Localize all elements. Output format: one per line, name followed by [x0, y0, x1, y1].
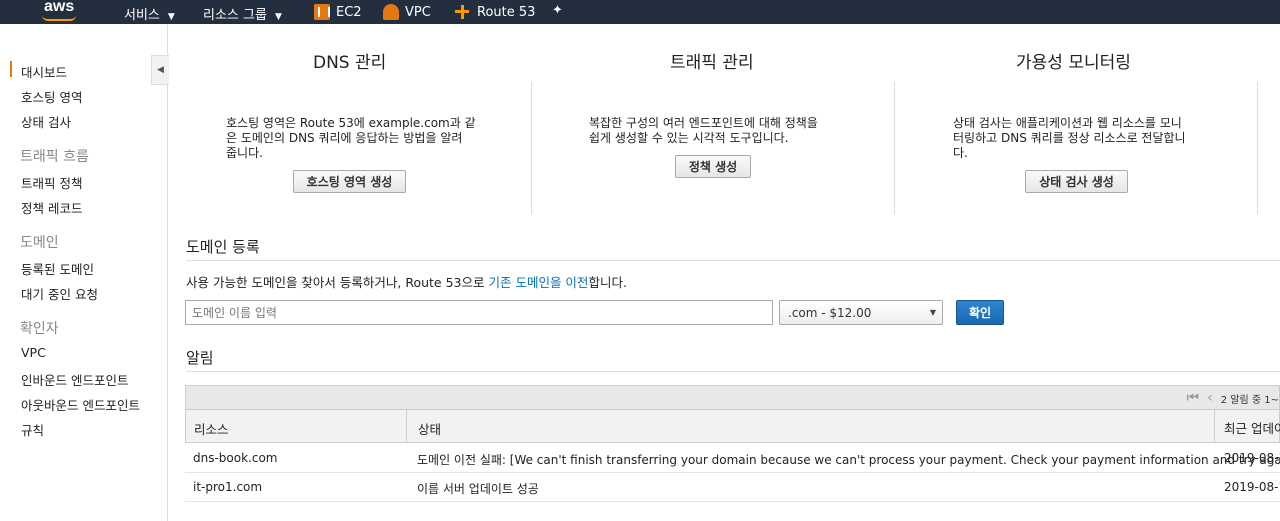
feature-divider [1257, 82, 1258, 214]
feature-title-traffic: 트래픽 관리 [670, 53, 754, 73]
services-menu-label: 서비스 [124, 8, 160, 23]
desc-line: 다. [953, 146, 968, 160]
reg-text-after: 합니다. [588, 275, 627, 290]
feature-desc-dns: 호스팅 영역은 Route 53에 example.com과 같 은 도메인의 … [226, 116, 476, 161]
feature-desc-availability: 상태 검사는 애플리케이션과 웹 리소스를 모니 터링하고 DNS 쿼리를 정상… [953, 116, 1186, 161]
sidebar-item-vpc[interactable]: VPC [21, 345, 46, 360]
desc-line: 상태 검사는 애플리케이션과 웹 리소스를 모니 [953, 116, 1182, 130]
confirm-button[interactable]: 확인 [956, 300, 1004, 325]
chevron-left-icon: ◀ [157, 65, 164, 75]
active-indicator [10, 61, 12, 77]
section-divider [186, 371, 1280, 372]
row-status: 도메인 이전 실패: [We can't finish transferring… [417, 453, 1280, 467]
column-header-last-updated[interactable]: 최근 업데이 [1224, 418, 1280, 437]
transfer-domain-link[interactable]: 기존 도메인을 이전 [488, 275, 588, 290]
desc-line: 터링하고 DNS 쿼리를 정상 리소스로 전달합니 [953, 131, 1186, 145]
create-health-check-button[interactable]: 상태 검사 생성 [1025, 170, 1128, 193]
first-page-icon[interactable]: ⏮ [1187, 390, 1200, 406]
feature-title-dns: DNS 관리 [313, 53, 387, 73]
row-resource: dns-book.com [193, 451, 278, 465]
chevron-down-icon: ▼ [929, 308, 936, 317]
shortcut-route53-label: Route 53 [477, 4, 536, 20]
column-separator [406, 409, 407, 443]
create-policy-button[interactable]: 정책 생성 [675, 155, 751, 178]
sidebar-item-dashboard[interactable]: 대시보드 [21, 62, 67, 81]
create-hosted-zone-button[interactable]: 호스팅 영역 생성 [293, 170, 406, 193]
ec2-icon [314, 4, 330, 20]
reg-text-before: 사용 가능한 도메인을 찾아서 등록하거나, Route 53으로 [186, 275, 489, 290]
sidebar-item-registered-domains[interactable]: 등록된 도메인 [21, 259, 94, 278]
sidebar: 대시보드 호스팅 영역 상태 검사 트래픽 흐름 트래픽 정책 정책 레코드 도… [0, 24, 168, 521]
domain-registration-text: 사용 가능한 도메인을 찾아서 등록하거나, Route 53으로 기존 도메인… [186, 272, 627, 291]
domain-name-input[interactable] [185, 300, 773, 325]
tld-selected-value: .com - $12.00 [788, 306, 872, 320]
domain-registration-title: 도메인 등록 [186, 238, 260, 256]
desc-line: 줍니다. [226, 146, 263, 160]
resource-groups-menu-label: 리소스 그룹 [203, 8, 267, 23]
sidebar-item-pending-requests[interactable]: 대기 중인 요청 [21, 284, 98, 303]
chevron-down-icon: ▼ [167, 12, 175, 22]
shortcut-route53[interactable]: Route 53 [453, 2, 535, 22]
tld-select[interactable]: .com - $12.00 ▼ [779, 300, 943, 325]
top-navigation-bar: aws 서비스 ▼ 리소스 그룹 ▼ EC2 VPC Route 53 ✦ [0, 0, 1280, 24]
row-status: 이름 서버 업데이트 성공 [417, 482, 539, 496]
pagination-text: 2 알림 중 1~ [1220, 394, 1279, 406]
row-updated: 2019-08-13 [1224, 480, 1280, 494]
desc-line: 쉽게 생성할 수 있는 시각적 도구입니다. [589, 131, 789, 145]
sidebar-item-hosted-zones[interactable]: 호스팅 영역 [21, 87, 82, 106]
shortcut-vpc-label: VPC [405, 4, 431, 20]
sidebar-collapse-button[interactable]: ◀ [151, 55, 169, 85]
sidebar-item-rules[interactable]: 규칙 [21, 420, 44, 439]
section-divider [186, 260, 1280, 261]
feature-desc-traffic: 복잡한 구성의 여러 엔드포인트에 대해 정책을 쉽게 생성할 수 있는 시각적… [589, 116, 818, 146]
desc-line: 은 도메인의 DNS 쿼리에 응답하는 방법을 알려 [226, 131, 463, 145]
sidebar-item-policy-records[interactable]: 정책 레코드 [21, 198, 82, 217]
feature-divider [894, 82, 895, 214]
vpc-icon [383, 4, 399, 20]
shortcut-ec2[interactable]: EC2 [314, 2, 362, 22]
desc-line: 복잡한 구성의 여러 엔드포인트에 대해 정책을 [589, 116, 818, 130]
table-row[interactable]: it-pro1.com 이름 서버 업데이트 성공 [185, 473, 1280, 502]
shortcut-ec2-label: EC2 [336, 4, 362, 20]
sidebar-group-resolver: 확인자 [20, 321, 59, 337]
aws-logo-smile-icon [42, 15, 76, 21]
sidebar-item-outbound-endpoints[interactable]: 아웃바운드 엔드포인트 [21, 395, 140, 414]
column-header-resource[interactable]: 리소스 [194, 419, 229, 438]
row-resource: it-pro1.com [193, 480, 263, 494]
last-updated-column: 최근 업데이 2019-08-18 2019-08-13 [1220, 409, 1280, 521]
alerts-table-header: 리소스 상태 [185, 409, 1280, 443]
sidebar-group-traffic-flow: 트래픽 흐름 [20, 149, 89, 165]
desc-line: 호스팅 영역은 Route 53에 example.com과 같 [226, 116, 476, 130]
alerts-table-toolbar: ⏮ ‹ 2 알림 중 1~ [185, 385, 1280, 409]
sidebar-item-health-checks[interactable]: 상태 검사 [21, 112, 71, 131]
feature-title-availability: 가용성 모니터링 [1016, 53, 1131, 73]
resource-groups-menu[interactable]: 리소스 그룹 ▼ [203, 4, 282, 23]
aws-logo[interactable]: aws [44, 0, 74, 16]
sidebar-item-traffic-policies[interactable]: 트래픽 정책 [21, 173, 82, 192]
column-header-status[interactable]: 상태 [418, 419, 441, 438]
column-separator [1214, 409, 1215, 443]
sidebar-item-inbound-endpoints[interactable]: 인바운드 엔드포인트 [21, 370, 128, 389]
table-row[interactable]: dns-book.com 도메인 이전 실패: [We can't finish… [185, 444, 1280, 473]
chevron-down-icon: ▼ [274, 12, 282, 22]
feature-divider [531, 82, 532, 214]
services-menu[interactable]: 서비스 ▼ [124, 4, 175, 23]
row-updated: 2019-08-18 [1224, 451, 1280, 465]
alerts-title: 알림 [186, 349, 214, 367]
route53-icon [453, 4, 471, 20]
pagination: ⏮ ‹ 2 알림 중 1~ [1187, 390, 1279, 406]
shortcut-vpc[interactable]: VPC [383, 2, 431, 22]
prev-page-icon[interactable]: ‹ [1207, 390, 1213, 406]
sidebar-group-domains: 도메인 [20, 235, 59, 251]
pin-icon[interactable]: ✦ [552, 3, 563, 18]
